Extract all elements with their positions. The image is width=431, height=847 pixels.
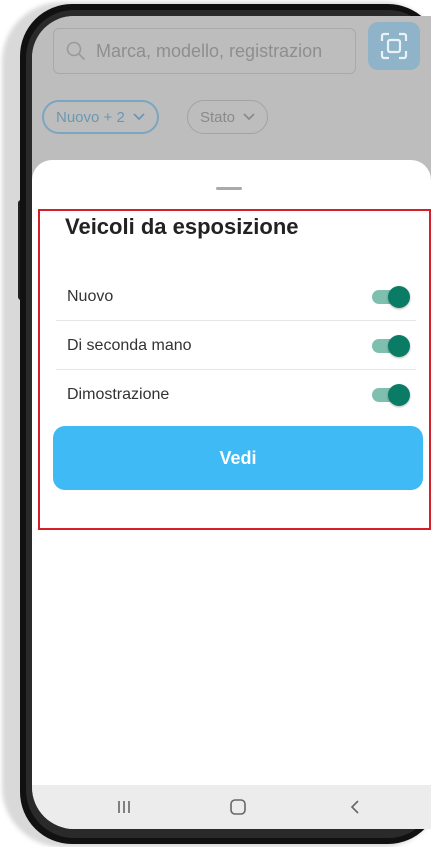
recent-apps-button[interactable] — [94, 785, 154, 829]
option-row-demo[interactable]: Dimostrazione — [56, 371, 416, 419]
option-row-new[interactable]: Nuovo — [56, 273, 416, 321]
option-label: Dimostrazione — [67, 386, 170, 403]
search-placeholder: Marca, modello, registrazion — [96, 40, 323, 61]
bottom-sheet: Veicoli da esposizione Nuovo Di seconda … — [32, 160, 431, 785]
screen: Marca, modello, registrazion Nuovo + 2 S… — [32, 16, 431, 829]
system-nav-bar — [32, 785, 431, 829]
state-filter-label: Stato — [200, 108, 236, 126]
new-toggle[interactable] — [370, 285, 410, 309]
toggle-thumb — [388, 384, 410, 406]
home-icon — [230, 799, 246, 815]
chevron-down-icon — [243, 113, 255, 121]
search-input[interactable]: Marca, modello, registrazion — [53, 28, 356, 74]
home-button[interactable] — [208, 785, 268, 829]
toggle-thumb — [388, 285, 410, 308]
condition-filter-label: Nuovo + 2 — [56, 108, 125, 126]
chevron-down-icon — [133, 113, 145, 121]
condition-filter-chip[interactable]: Nuovo + 2 — [42, 100, 159, 134]
option-row-used[interactable]: Di seconda mano — [56, 322, 416, 370]
toggle-thumb — [388, 334, 410, 357]
recent-apps-icon — [118, 801, 130, 813]
back-icon — [350, 800, 359, 814]
app-header-dimmed: Marca, modello, registrazion Nuovo + 2 S… — [32, 16, 431, 176]
search-icon — [66, 41, 86, 61]
option-label: Di seconda mano — [67, 336, 192, 354]
used-toggle[interactable] — [370, 334, 410, 358]
see-results-button[interactable]: Vedi — [53, 426, 423, 490]
state-filter-chip[interactable]: Stato — [187, 100, 269, 134]
demo-toggle[interactable] — [370, 383, 410, 407]
scan-button[interactable] — [368, 22, 420, 70]
option-label: Nuovo — [67, 287, 114, 305]
scan-icon — [380, 32, 408, 60]
sheet-title: Veicoli da esposizione — [65, 214, 299, 239]
sheet-drag-handle[interactable] — [216, 187, 242, 190]
back-button[interactable] — [325, 785, 385, 829]
